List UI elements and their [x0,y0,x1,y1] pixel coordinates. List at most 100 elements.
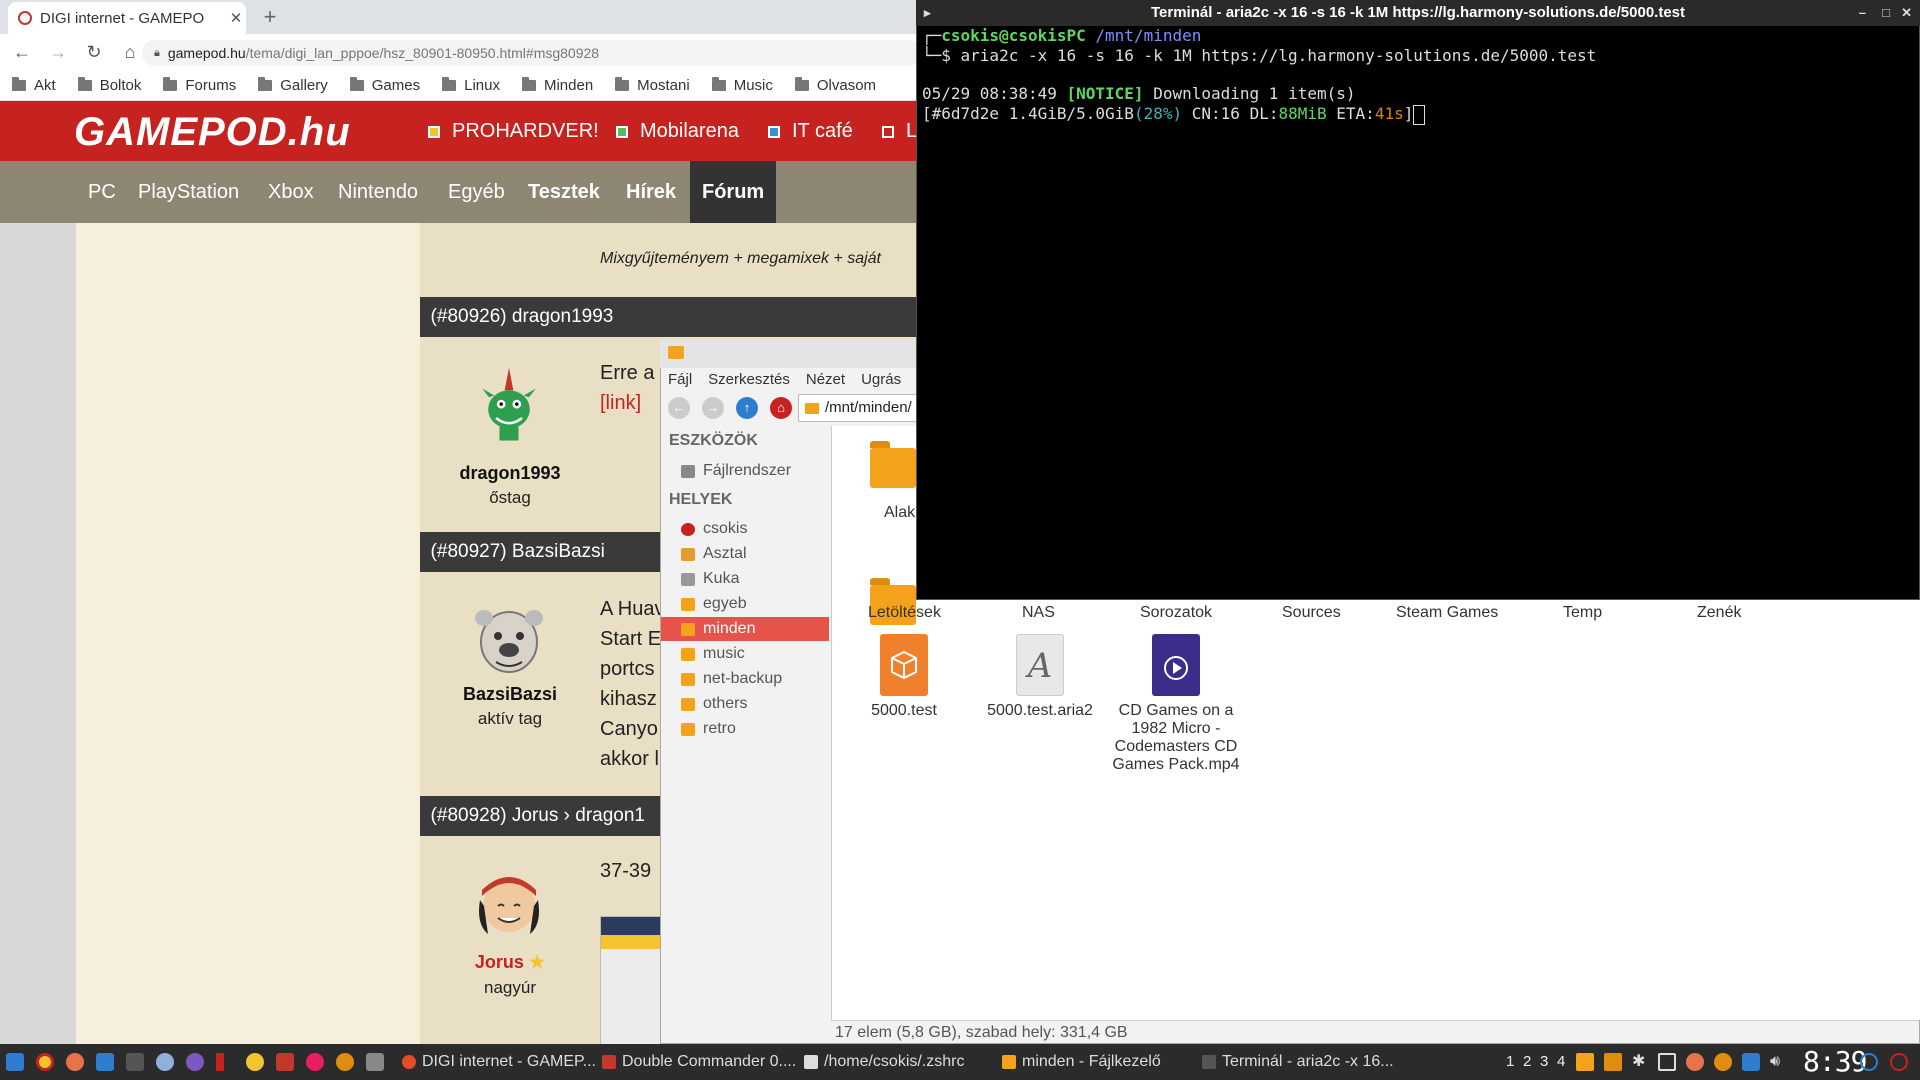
folder-icon[interactable] [1576,1053,1594,1071]
sidebar-item-kuka[interactable]: Kuka [661,567,829,591]
maximize-icon[interactable]: □ [1882,0,1890,26]
folder-label[interactable]: Alak [884,504,915,522]
post-username[interactable]: Jorus ★ [420,952,600,973]
sidebar-item-net-backup[interactable]: net-backup [661,667,829,691]
bookmark-gallery[interactable]: Gallery [258,76,328,94]
post-username[interactable]: dragon1993 [420,463,600,484]
path-input[interactable]: /mnt/minden/ [798,394,930,422]
workspace-2[interactable]: 2 [1523,1044,1531,1080]
workspace-3[interactable]: 3 [1540,1044,1548,1080]
nav-pc[interactable]: PC [76,161,128,223]
home-icon[interactable]: ⌂ [116,38,144,66]
file-manager-titlebar[interactable] [660,340,920,368]
bookmark-music[interactable]: Music [711,76,773,94]
forward-icon[interactable]: → [702,397,724,419]
post-header-user[interactable]: BazsiBazsi [512,541,605,562]
bluetooth-icon[interactable]: ✱ [1632,1053,1646,1071]
forward-icon[interactable]: → [44,38,72,66]
double-commander-icon[interactable] [276,1053,294,1071]
download-icon[interactable] [336,1053,354,1071]
partner-l[interactable]: L [882,120,917,143]
pirate-avatar-icon[interactable] [470,864,548,942]
nav-xbox[interactable]: Xbox [256,161,326,223]
mail-icon[interactable] [66,1053,84,1071]
bookmark-boltok[interactable]: Boltok [77,76,141,94]
post-link[interactable]: [link] [600,392,641,414]
post-number[interactable]: #80928 [437,805,500,826]
bookmark-minden[interactable]: Minden [521,76,593,94]
bookmark-linux[interactable]: Linux [442,76,500,94]
home-icon[interactable]: ⌂ [770,397,792,419]
update-icon[interactable] [1714,1053,1732,1071]
site-logo[interactable]: GAMEPOD.hu [74,110,351,155]
browser-tab[interactable]: DIGI internet - GAMEPO ✕ [8,2,246,34]
steam-icon[interactable] [366,1053,384,1071]
folder-icon[interactable] [870,441,916,488]
folder-temp[interactable]: Temp [1563,604,1602,622]
folder-steam-games[interactable]: Steam Games [1396,604,1498,622]
notes-icon[interactable] [246,1053,264,1071]
volume-icon[interactable]: 🔊︎ [1770,1053,1788,1071]
post-username[interactable]: BazsiBazsi [420,684,600,705]
new-tab-button[interactable]: + [256,4,284,30]
post-number[interactable]: #80927 [437,541,500,562]
display-icon[interactable] [1658,1053,1676,1071]
sidebar-item-asztal[interactable]: Asztal [661,542,829,566]
sidebar-item-egyeb[interactable]: egyeb [661,592,829,616]
menu-fajl[interactable]: Fájl [668,371,692,388]
thunderbird-icon[interactable] [156,1053,174,1071]
folder-zenek[interactable]: Zenék [1697,604,1741,622]
taskbar-task-browser[interactable]: DIGI internet - GAMEP... [402,1044,596,1080]
dragon-avatar-icon[interactable] [470,366,548,444]
folder-letoltesek[interactable]: Letöltések [868,604,941,622]
back-icon[interactable]: ← [668,397,690,419]
post-number[interactable]: #80926 [437,306,500,327]
app-icon[interactable] [306,1053,324,1071]
bookmark-mostani[interactable]: Mostani [615,76,690,94]
folder-sorozatok[interactable]: Sorozatok [1140,604,1212,622]
menu-szerkesztes[interactable]: Szerkesztés [708,371,790,388]
menu-ugras[interactable]: Ugrás [861,371,901,388]
partner-prohardver[interactable]: PROHARDVER! [428,120,599,143]
sidebar-item-csokis[interactable]: csokis [661,517,829,541]
file-5000-test[interactable]: 5000.test [836,634,972,720]
refresh-icon[interactable] [1860,1053,1878,1071]
clock[interactable]: 8:39 [1803,1044,1867,1080]
bookmark-olvasom[interactable]: Olvasom [794,76,876,94]
bar-icon[interactable] [216,1053,224,1071]
archive-icon[interactable] [1604,1053,1622,1071]
workspace-1[interactable]: 1 [1506,1044,1514,1080]
close-icon[interactable]: ✕ [1901,0,1912,26]
post-reply-to[interactable]: dragon1 [575,805,645,826]
nav-forum[interactable]: Fórum [690,161,777,223]
bookmark-akt[interactable]: Akt [12,76,56,94]
close-tab-icon[interactable]: ✕ [226,9,246,27]
partner-itcafe[interactable]: IT café [768,120,853,143]
nav-egyeb[interactable]: Egyéb [436,161,517,223]
taskbar-task-double-commander[interactable]: Double Commander 0.... [602,1044,796,1080]
terminal-titlebar[interactable]: ▸ Terminál - aria2c -x 16 -s 16 -k 1M ht… [916,0,1920,26]
nav-playstation[interactable]: PlayStation [126,161,251,223]
folder-sources[interactable]: Sources [1282,604,1341,622]
bulldog-avatar-icon[interactable] [470,600,548,678]
back-icon[interactable]: ← [8,38,36,66]
media-player-icon[interactable] [186,1053,204,1071]
nav-hirek[interactable]: Hírek [614,161,688,223]
bookmark-forums[interactable]: Forums [163,76,236,94]
folder-nas[interactable]: NAS [1022,604,1055,622]
mail-icon[interactable] [1686,1053,1704,1071]
nav-nintendo[interactable]: Nintendo [326,161,430,223]
minimize-icon[interactable]: – [1859,0,1866,26]
menu-nezet[interactable]: Nézet [806,371,845,388]
taskbar-task-terminal[interactable]: Terminál - aria2c -x 16... [1202,1044,1394,1080]
file-5000-test-aria2[interactable]: A 5000.test.aria2 [972,634,1108,720]
sidebar-item-filesystem[interactable]: Fájlrendszer [661,459,829,483]
up-icon[interactable]: ↑ [736,397,758,419]
reload-icon[interactable]: ↻ [80,38,108,66]
taskbar-task-file-manager[interactable]: minden - Fájlkezelő [1002,1044,1161,1080]
post-header-user[interactable]: dragon1993 [512,306,613,327]
terminal-icon[interactable] [126,1053,144,1071]
post-header-user[interactable]: Jorus [512,805,558,826]
sidebar-item-others[interactable]: others [661,692,829,716]
partner-mobilarena[interactable]: Mobilarena [616,120,739,143]
